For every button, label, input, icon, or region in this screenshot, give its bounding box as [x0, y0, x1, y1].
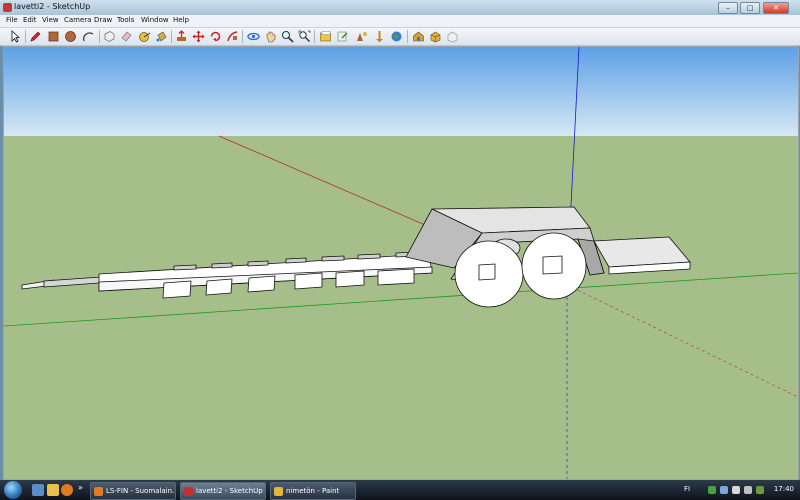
menu-draw[interactable]: Draw — [94, 16, 112, 24]
orbit-icon[interactable] — [247, 30, 260, 43]
rotate-icon[interactable] — [209, 30, 222, 43]
toolbar — [0, 28, 800, 46]
task-ls-fin[interactable]: LS-FIN - Suomalain... — [90, 482, 176, 500]
sketchup-icon — [184, 486, 193, 496]
zoom-extents-icon[interactable] — [298, 30, 311, 43]
paint-icon — [274, 486, 283, 496]
clock[interactable]: 17:40 — [774, 485, 794, 493]
toolbar-separator — [242, 30, 243, 43]
task-sketchup[interactable]: lavetti2 - SketchUp — [180, 482, 266, 500]
explorer-icon[interactable] — [47, 484, 59, 496]
cross-member — [205, 278, 233, 296]
menu-file[interactable]: File — [6, 16, 18, 24]
window-title: lavetti2 - SketchUp — [14, 2, 91, 11]
taskbar: » LS-FIN - Suomalain... lavetti2 - Sketc… — [0, 480, 800, 500]
menu-camera[interactable]: Camera — [64, 16, 91, 24]
cross-member — [294, 272, 323, 290]
sky — [4, 47, 798, 136]
language-indicator[interactable]: FI — [684, 485, 690, 493]
component-share-icon[interactable] — [429, 30, 442, 43]
menu-bar: File Edit View Camera Draw Tools Window … — [0, 15, 800, 28]
follow-me-icon[interactable] — [226, 30, 239, 43]
tray-app-icon[interactable] — [732, 486, 740, 494]
push-pull-icon[interactable] — [175, 30, 188, 43]
photo-icon[interactable] — [355, 30, 368, 43]
tray-app-icon[interactable] — [744, 486, 752, 494]
volume-icon[interactable] — [720, 486, 728, 494]
system-tray: FI 17:40 — [680, 480, 800, 500]
menu-edit[interactable]: Edit — [23, 16, 37, 24]
tray-app-icon[interactable] — [756, 486, 764, 494]
task-paint[interactable]: nimetön - Paint — [270, 482, 356, 500]
3d-scene — [4, 47, 798, 479]
title-bar: lavetti2 - SketchUp – □ ✕ — [0, 0, 800, 16]
menu-window[interactable]: Window — [141, 16, 169, 24]
maximize-button[interactable]: □ — [740, 2, 760, 14]
move-icon[interactable] — [192, 30, 205, 43]
firefox-icon[interactable] — [61, 484, 73, 496]
menu-view[interactable]: View — [42, 16, 59, 24]
show-desktop-icon[interactable] — [32, 484, 44, 496]
close-button[interactable]: ✕ — [763, 2, 789, 14]
menu-tools[interactable]: Tools — [117, 16, 134, 24]
toolbar-separator — [171, 30, 172, 43]
cross-member — [162, 280, 192, 299]
cross-member — [357, 253, 381, 260]
component-icon[interactable] — [103, 30, 116, 43]
task-label: LS-FIN - Suomalain... — [106, 487, 176, 495]
circle-icon[interactable] — [64, 30, 77, 43]
folder-icon[interactable] — [319, 30, 332, 43]
place-icon[interactable] — [373, 30, 386, 43]
tape-icon[interactable] — [138, 30, 151, 43]
extension-icon[interactable] — [446, 30, 459, 43]
model-viewport[interactable] — [3, 46, 799, 480]
toolbar-separator — [407, 30, 408, 43]
ground — [4, 136, 798, 479]
cross-member — [335, 270, 365, 288]
rectangle-icon[interactable] — [47, 30, 60, 43]
task-label: nimetön - Paint — [286, 487, 340, 495]
cross-member — [377, 268, 415, 286]
share-icon[interactable] — [336, 30, 349, 43]
task-label: lavetti2 - SketchUp — [196, 487, 263, 495]
hand-icon[interactable] — [264, 30, 277, 43]
cross-member — [321, 255, 345, 262]
menu-help[interactable]: Help — [173, 16, 189, 24]
eraser-icon[interactable] — [120, 30, 133, 43]
minimize-button[interactable]: – — [718, 2, 738, 14]
wheel-hub — [478, 263, 496, 281]
magnifier-icon[interactable] — [281, 30, 294, 43]
quicklaunch-more[interactable]: » — [78, 483, 83, 492]
sketchup-icon — [3, 3, 12, 12]
firefox-icon — [94, 486, 103, 496]
wheel-hub — [542, 255, 563, 275]
arrow-icon[interactable] — [9, 30, 22, 43]
bucket-icon[interactable] — [155, 30, 168, 43]
arc-icon[interactable] — [82, 30, 95, 43]
toolbar-separator — [99, 30, 100, 43]
cross-member — [247, 275, 276, 293]
cross-member — [173, 264, 197, 271]
cross-member — [211, 262, 233, 269]
toolbar-separator — [25, 30, 26, 43]
network-icon[interactable] — [708, 486, 716, 494]
cross-member — [247, 260, 269, 267]
warehouse-icon[interactable] — [412, 30, 425, 43]
toolbar-separator — [314, 30, 315, 43]
cross-member — [285, 257, 307, 264]
globe-icon[interactable] — [390, 30, 403, 43]
pencil-icon[interactable] — [29, 30, 42, 43]
start-button[interactable] — [4, 481, 22, 499]
